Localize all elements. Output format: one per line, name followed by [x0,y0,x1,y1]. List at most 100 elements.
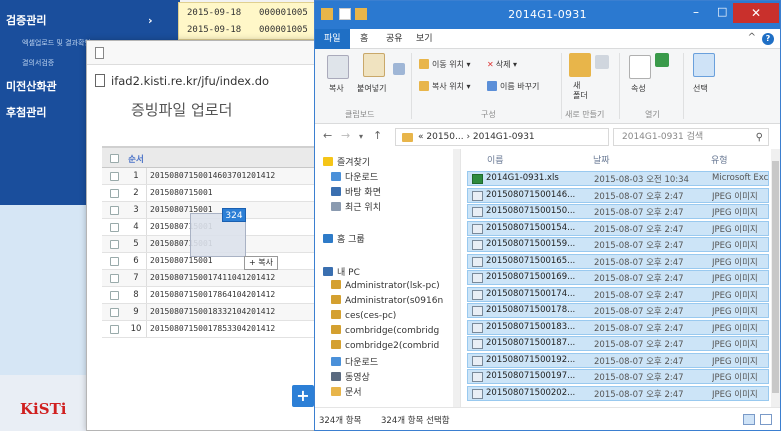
nav-item-non-digitized[interactable]: 미전산화관 [6,78,57,94]
nav-item-verification[interactable]: 검증관리 [6,12,46,28]
row-checkbox[interactable] [110,325,119,334]
minimize-icon[interactable]: – [693,5,707,21]
row-checkbox[interactable] [110,308,119,317]
tab-file[interactable]: 파일 [315,29,350,49]
new-item-icon[interactable] [595,55,609,69]
nav-item-attachment[interactable]: 후첨관리 [6,104,46,120]
row-checkbox[interactable] [110,257,119,266]
nav-scrollbar[interactable] [453,149,460,407]
table-row[interactable]: 2015-09-18 000001005 [179,22,324,39]
tab-home[interactable]: 홈 [351,29,377,49]
file-row[interactable]: 201508071500197... 2015-08-07 오후 2:47 JPEG… [467,369,769,384]
table-row[interactable]: 10 20150807150017853304201412 [102,321,331,338]
chevron-up-icon[interactable]: ^ [748,32,756,43]
tab-view[interactable]: 보기 [407,29,442,49]
nav-recent[interactable]: 최근 위치 [331,200,381,213]
table-row[interactable]: 2015-09-18 000001005 [179,5,324,22]
table-row[interactable]: 2 2015080715001 [102,185,331,202]
help-icon[interactable]: ? [762,33,774,45]
new-folder-button[interactable]: 새 폴더 [573,81,588,101]
file-row[interactable]: 201508071500178... 2015-08-07 오후 2:47 JPEG… [467,303,769,318]
search-placeholder: 2014G1-0931 검색 [622,132,704,142]
file-row[interactable]: 201508071500183... 2015-08-07 오후 2:47 JPEG… [467,319,769,335]
url-bar[interactable]: ifad2.kisti.re.kr/jfu/index.do [91,71,327,91]
column-header-type[interactable]: 유형 [711,153,728,166]
file-row[interactable]: 201508071500159... 2015-08-07 오후 2:47 JPEG… [467,237,769,252]
cut-icon[interactable] [393,63,405,75]
file-row[interactable]: 201508071500165... 2015-08-07 오후 2:47 JPEG… [467,253,769,269]
row-checkbox[interactable] [110,274,119,283]
file-list-scrollbar[interactable] [771,149,780,407]
back-icon[interactable]: ← [323,129,332,142]
table-row[interactable]: 8 20150807150017864104201412 [102,287,331,304]
column-header-order[interactable]: 순서 [128,153,144,165]
row-checkbox[interactable] [110,189,119,198]
address-bar[interactable]: « 20150... › 2014G1-0931 [395,128,609,146]
nav-user-4[interactable]: combridge(combridg [331,325,439,336]
open-icon[interactable] [655,53,669,67]
close-icon[interactable]: ✕ [733,3,779,23]
file-row[interactable]: 201508071500150... 2015-08-07 오후 2:47 JPEG… [467,204,769,219]
row-checkbox[interactable] [110,206,119,215]
file-row[interactable]: 201508071500202... 2015-08-07 오후 2:47 JPEG… [467,385,769,401]
properties-button[interactable]: 속성 [631,83,646,94]
nav-sub-resolution-check[interactable]: 결의서검증 [22,58,54,68]
url-text[interactable]: ifad2.kisti.re.kr/jfu/index.do [111,74,269,88]
select-all-checkbox[interactable] [110,154,119,163]
delete-button[interactable]: ✕ 삭제 ▾ [487,59,517,70]
scrollbar-thumb[interactable] [772,161,779,393]
explorer-titlebar[interactable]: 2014G1-0931 – □ ✕ [315,1,780,29]
row-number: 000001005 [259,8,308,18]
rename-button[interactable]: 이름 바꾸기 [487,81,539,92]
nav-pc-downloads[interactable]: 다운로드 [331,355,378,368]
column-header-name[interactable]: 이름 [487,153,504,166]
large-icons-view-icon[interactable] [760,414,772,425]
file-row[interactable]: 201508071500192... 2015-08-07 오후 2:47 JPEG… [467,352,769,368]
chevron-down-icon[interactable]: ▾ [359,132,363,141]
nav-user-3[interactable]: ces(ces-pc) [331,310,396,321]
file-row[interactable]: 2014G1-0931.xls 2015-08-03 오전 10:34 Micros… [467,171,769,186]
table-row[interactable]: 9 20150807150018332104201412 [102,304,331,321]
nav-user-2[interactable]: Administrator(s0916n [331,295,443,306]
table-row[interactable]: 1 20150807150014603701201412 [102,168,331,185]
row-order: 7 [133,273,139,283]
nav-user-1[interactable]: Administrator(lsk-pc) [331,280,440,291]
column-header-date[interactable]: 날짜 [593,153,610,166]
paste-button[interactable]: 붙여넣기 [357,83,386,94]
nav-homegroup[interactable]: 홈 그룹 [323,232,365,245]
nav-sub-excel-upload[interactable]: 엑셀업로드 및 결과확인 [22,38,91,48]
search-icon[interactable]: ⚲ [756,130,763,146]
file-row[interactable]: 201508071500174... 2015-08-07 오후 2:47 JPEG… [467,286,769,302]
ribbon-divider [683,53,684,119]
address-path[interactable]: « 20150... › 2014G1-0931 [418,132,535,142]
details-view-icon[interactable] [743,414,755,425]
file-type: JPEG 이미지 [712,307,758,317]
nav-documents[interactable]: 문서 [331,385,362,398]
row-checkbox[interactable] [110,291,119,300]
file-row[interactable]: 201508071500146... 2015-08-07 오후 2:47 JPEG… [467,187,769,203]
row-checkbox[interactable] [110,240,119,249]
nav-this-pc[interactable]: 내 PC [323,265,360,278]
nav-user-5[interactable]: combridge2(combrid [331,340,439,351]
forward-icon[interactable]: → [341,129,350,142]
maximize-icon[interactable]: □ [717,5,731,21]
select-button[interactable]: 선택 [693,83,708,94]
up-icon[interactable]: ↑ [373,129,382,142]
file-row[interactable]: 201508071500169... 2015-08-07 오후 2:47 JPEG… [467,270,769,285]
move-to-button[interactable]: 이동 위치 ▾ [419,59,471,70]
copy-button[interactable]: 복사 [329,83,344,94]
search-input[interactable]: 2014G1-0931 검색 ⚲ [613,128,769,146]
column-divider [146,236,147,252]
nav-downloads[interactable]: 다운로드 [331,170,378,183]
copy-to-button[interactable]: 복사 위치 ▾ [419,81,471,92]
nav-desktop[interactable]: 바탕 화면 [331,185,381,198]
add-file-button[interactable]: + [292,385,314,407]
row-checkbox[interactable] [110,223,119,232]
nav-videos[interactable]: 동영상 [331,370,370,383]
row-date: 2015-09-18 [187,25,242,35]
table-row[interactable]: 7 20150807150017411041201412 [102,270,331,287]
file-row[interactable]: 201508071500187... 2015-08-07 오후 2:47 JPEG… [467,336,769,351]
nav-favorites[interactable]: 즐겨찾기 [323,155,370,168]
row-checkbox[interactable] [110,172,119,181]
file-row[interactable]: 201508071500154... 2015-08-07 오후 2:47 JPEG… [467,220,769,236]
